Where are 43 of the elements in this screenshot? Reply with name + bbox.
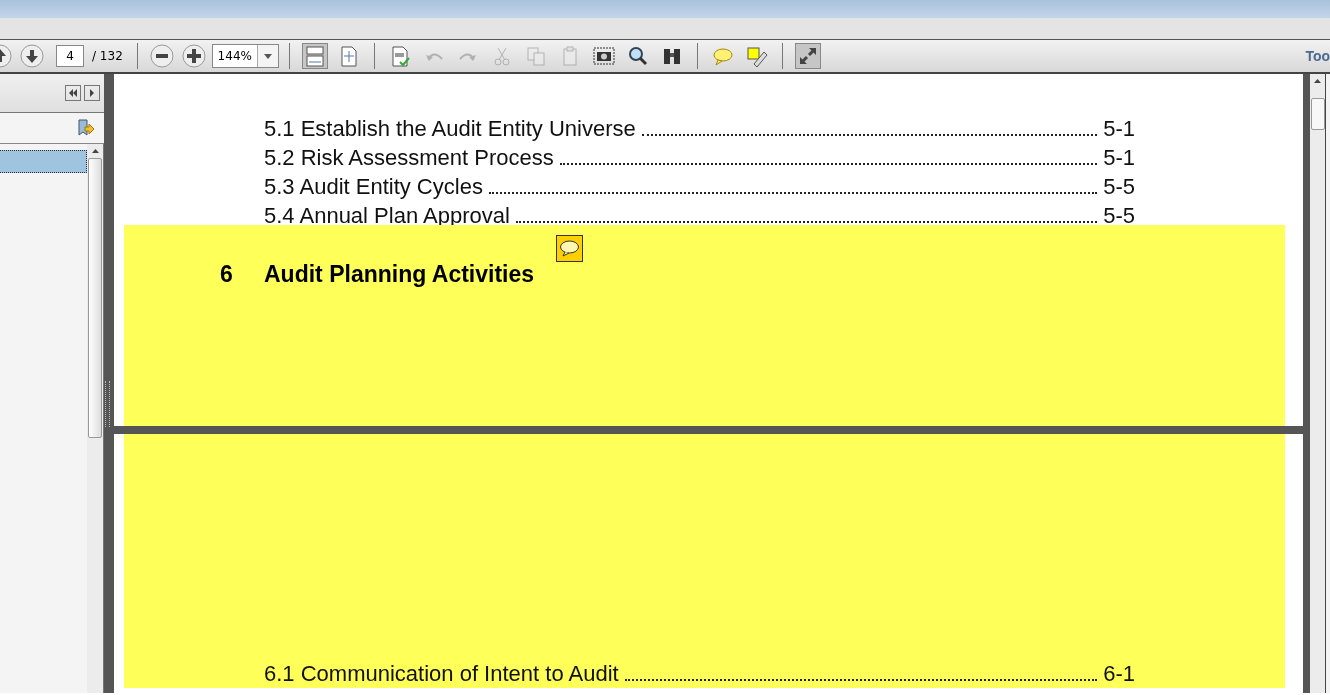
double-arrow-left-icon: [68, 89, 78, 97]
zoom-combo-box[interactable]: 144%: [211, 44, 279, 68]
toc-entry: 5.2 Risk Assessment Process: [264, 144, 554, 172]
page-number: 5-5: [1103, 202, 1135, 230]
fit-width-icon: [303, 45, 326, 67]
next-page-button[interactable]: [20, 44, 44, 68]
text-edit-icon[interactable]: [745, 45, 768, 67]
section-heading: Audit Planning Activities: [264, 261, 535, 288]
page-number: 5-5: [1103, 173, 1135, 201]
dropdown-button[interactable]: [256, 45, 278, 67]
fit-width-button[interactable]: [301, 43, 328, 69]
comment-note-icon[interactable]: [556, 235, 584, 262]
speech-bubble-icon[interactable]: [711, 45, 734, 67]
scroll-thumb[interactable]: [88, 158, 102, 438]
bookmark-item[interactable]: [0, 150, 87, 173]
scroll-up-icon[interactable]: [91, 149, 99, 153]
toc-entry: 6.1 Communication of Intent to Audit: [264, 660, 619, 688]
bookmark-icon[interactable]: [76, 119, 94, 137]
expand-arrows-button[interactable]: [794, 43, 821, 69]
scrollbar[interactable]: [87, 144, 103, 693]
page-number: 5-1: [1103, 115, 1135, 143]
arrow-right-icon: [88, 89, 96, 97]
toc-entry: 5.3 Audit Entity Cycles: [264, 173, 483, 201]
toc-entry: 5.1 Establish the Audit Entity Universe: [264, 115, 636, 143]
page-number-field[interactable]: 4: [56, 45, 84, 67]
zoom-out-button[interactable]: [149, 44, 174, 68]
splitter-handle[interactable]: [105, 380, 110, 427]
scroll-thumb[interactable]: [1310, 98, 1325, 130]
caret-icon: [263, 53, 272, 59]
page-count: / 132: [92, 49, 123, 63]
zoom-in-button[interactable]: [181, 44, 206, 68]
zoom-field[interactable]: 144%: [212, 45, 257, 67]
page-number: 6-1: [1103, 660, 1135, 688]
search-icon[interactable]: [626, 45, 649, 67]
scrollbar[interactable]: [1310, 74, 1325, 693]
tools-link[interactable]: Too: [1305, 48, 1330, 64]
expand-button[interactable]: [84, 85, 100, 101]
camera-icon[interactable]: [592, 45, 615, 67]
heading-number: 6: [220, 261, 234, 288]
toc-entry: 5.4 Annual Plan Approval: [264, 202, 510, 230]
page-number: 5-1: [1103, 144, 1135, 172]
collapse-button[interactable]: [65, 85, 81, 101]
scroll-up-icon[interactable]: [1314, 79, 1321, 83]
